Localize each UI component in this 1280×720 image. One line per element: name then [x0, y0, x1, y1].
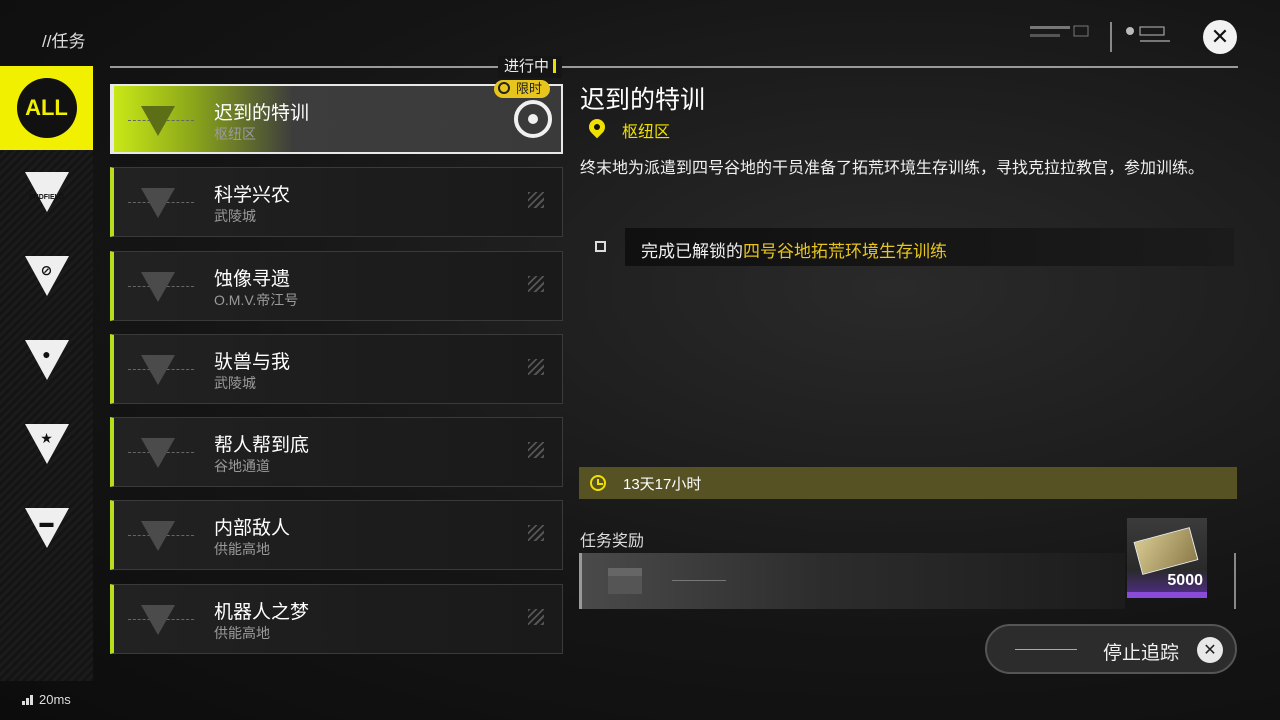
checkbox-icon: [595, 241, 606, 252]
category-battery[interactable]: ▬: [0, 486, 93, 570]
ping-value: 20ms: [39, 692, 71, 707]
endfield-caption: ENDFIELD: [29, 194, 64, 201]
slash-glyph: ⊘: [40, 261, 53, 278]
hatch-decoration: [528, 359, 544, 375]
hud-decoration: [1030, 22, 1170, 52]
header-divider: [110, 66, 1238, 68]
quest-type-icon: [138, 603, 178, 637]
quest-detail-title: 迟到的特训: [580, 86, 706, 114]
category-all[interactable]: ALL: [0, 66, 93, 150]
all-badge: ALL: [16, 78, 77, 138]
quest-area: 供能高地: [214, 625, 270, 641]
quest-description: 终末地为派遣到四号谷地的干员准备了拓荒环境生存训练，寻找克拉拉教官，参加训练。: [580, 160, 1205, 177]
quest-title: 驮兽与我: [214, 352, 291, 373]
quest-item[interactable]: 机器人之梦 供能高地: [110, 584, 563, 654]
quest-type-icon: [138, 519, 178, 553]
reward-item-currency[interactable]: 5000: [1127, 518, 1207, 598]
quest-area: 供能高地: [214, 541, 270, 557]
person-glyph: ●: [42, 346, 51, 362]
quest-area: 枢纽区: [214, 126, 256, 142]
quest-title: 机器人之梦: [214, 602, 310, 623]
in-progress-label: 进行中: [498, 56, 563, 78]
quest-location[interactable]: 枢纽区: [588, 117, 670, 143]
hatch-decoration: [528, 525, 544, 541]
endfield-triangle-icon: [24, 172, 69, 212]
quest-area: 谷地通道: [214, 458, 270, 474]
clock-icon: [498, 82, 510, 94]
limited-time-badge: 限时: [494, 80, 551, 98]
quest-item[interactable]: 帮人帮到底 谷地通道: [110, 417, 563, 487]
category-sidebar: ALL ENDFIELD ⊘ ● ★ ▬: [0, 66, 93, 681]
quest-area: O.M.V.帝江号: [214, 292, 299, 308]
category-endfield[interactable]: ENDFIELD: [0, 150, 93, 234]
quest-type-icon: [138, 186, 178, 220]
time-remaining: 13天17小时: [623, 475, 702, 493]
location-text: 枢纽区: [622, 124, 671, 141]
quest-item[interactable]: 科学兴农 武陵城: [110, 167, 563, 237]
quest-item[interactable]: 驮兽与我 武陵城: [110, 334, 563, 404]
quest-title: 帮人帮到底: [214, 435, 310, 456]
breadcrumb: //任务: [42, 32, 86, 51]
quest-item[interactable]: 蚀像寻遗 O.M.V.帝江号: [110, 251, 563, 321]
package-icon: [600, 562, 658, 600]
close-circle-icon: ✕: [1197, 637, 1223, 663]
location-pin-icon: [588, 119, 606, 141]
hatch-decoration: [528, 276, 544, 292]
quest-objective: 完成已解锁的四号谷地拓荒环境生存训练: [580, 228, 1234, 266]
quest-title: 蚀像寻遗: [214, 269, 291, 290]
quest-item-active[interactable]: 迟到的特训 枢纽区 限时: [110, 80, 563, 154]
objective-highlight: 四号谷地拓荒环境生存训练: [743, 242, 947, 261]
quest-area: 武陵城: [214, 375, 256, 391]
objective-text: 完成已解锁的四号谷地拓荒环境生存训练: [641, 242, 947, 261]
timer-icon: [590, 475, 606, 491]
reward-strip: [579, 553, 1125, 609]
time-limit-bar: 13天17小时: [579, 467, 1237, 499]
category-slash[interactable]: ⊘: [0, 234, 93, 318]
reward-count: 5000: [1167, 572, 1203, 589]
signal-icon: [22, 694, 33, 705]
quest-title: 科学兴农: [214, 185, 291, 206]
quest-title: 内部敌人: [214, 518, 291, 539]
quest-type-icon: [138, 104, 178, 138]
quest-area: 武陵城: [214, 208, 256, 224]
stop-tracking-button[interactable]: 停止追踪 ✕: [985, 624, 1237, 674]
quest-type-icon: [138, 353, 178, 387]
close-icon[interactable]: ✕: [1203, 20, 1237, 54]
quest-type-icon: [138, 436, 178, 470]
star-glyph: ★: [40, 429, 53, 446]
quest-title: 迟到的特训: [214, 103, 310, 124]
hatch-decoration: [528, 192, 544, 208]
tracking-target-icon[interactable]: [514, 100, 552, 138]
quest-type-icon: [138, 270, 178, 304]
hatch-decoration: [528, 609, 544, 625]
category-person[interactable]: ●: [0, 318, 93, 402]
network-status: 20ms: [22, 692, 71, 707]
battery-glyph: ▬: [39, 514, 54, 530]
top-bar: //任务 ✕: [0, 0, 1280, 66]
stop-tracking-label: 停止追踪: [1103, 643, 1180, 664]
hatch-decoration: [528, 442, 544, 458]
reward-label: 任务奖励: [580, 533, 645, 550]
quest-item[interactable]: 内部敌人 供能高地: [110, 500, 563, 570]
category-star[interactable]: ★: [0, 402, 93, 486]
banknote-icon: [1133, 527, 1199, 575]
